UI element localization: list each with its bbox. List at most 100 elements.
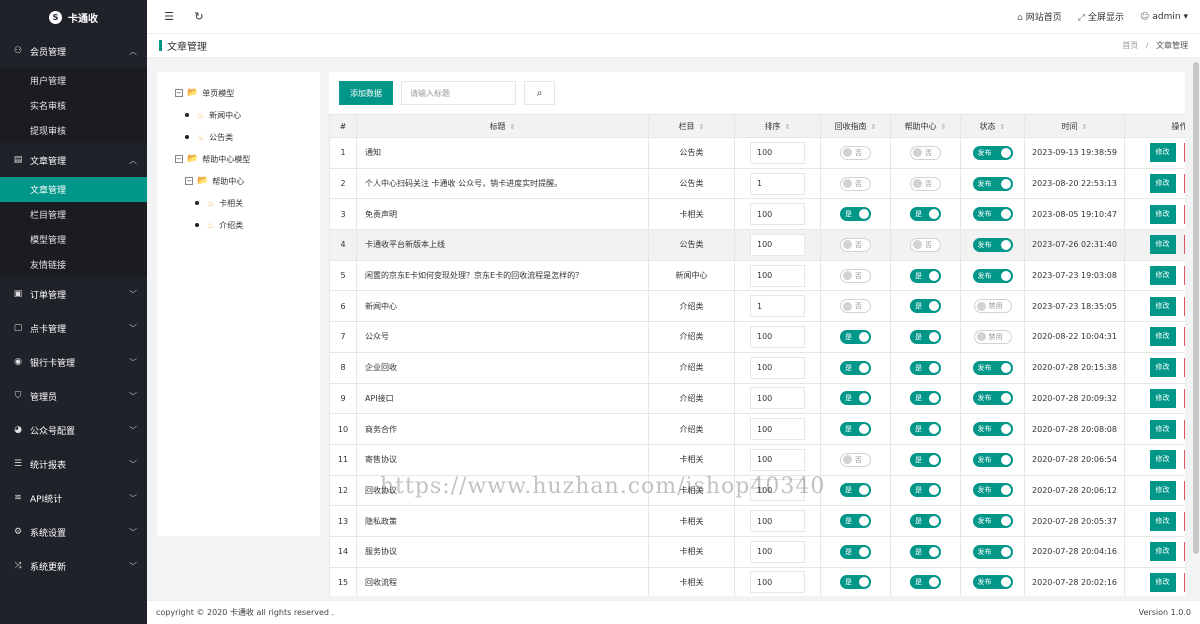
sidebar-item[interactable]: 提现审核 xyxy=(0,118,147,143)
help-center-switch[interactable]: 否 xyxy=(910,145,941,160)
help-center-switch[interactable]: 否 xyxy=(910,176,941,191)
sort-icon[interactable]: ⇕ xyxy=(785,123,791,131)
recycle-guide-switch[interactable]: 否 xyxy=(840,237,871,252)
help-center-switch[interactable]: 是 xyxy=(910,299,941,314)
sidebar-group-1[interactable]: ▤ 文章管理 ︿ xyxy=(0,143,147,177)
column-header[interactable]: 标题 ⇕ xyxy=(356,114,649,138)
sidebar-group-9[interactable]: ⚙ 系统设置 ﹀ xyxy=(0,515,147,549)
edit-button[interactable]: 修改 xyxy=(1149,327,1176,347)
sort-order-input[interactable]: 100 xyxy=(750,448,805,471)
recycle-guide-switch[interactable]: 是 xyxy=(840,360,871,375)
delete-button[interactable]: 删除 xyxy=(1183,480,1185,500)
sort-order-input[interactable]: 100 xyxy=(750,233,805,256)
tree-node[interactable]: − 📂 单页模型 xyxy=(175,82,320,104)
edit-button[interactable]: 修改 xyxy=(1149,143,1176,163)
sidebar-group-6[interactable]: ◕ 公众号配置 ﹀ xyxy=(0,413,147,447)
sort-icon[interactable]: ⇕ xyxy=(1000,123,1006,131)
tree-node[interactable]: ♨ 介绍类 xyxy=(175,214,320,236)
sort-order-input[interactable]: 100 xyxy=(750,479,805,502)
sort-order-input[interactable]: 1 xyxy=(750,172,805,195)
publish-status-switch[interactable]: 发布 xyxy=(972,391,1013,406)
help-center-switch[interactable]: 是 xyxy=(910,452,941,467)
sort-icon[interactable]: ⇕ xyxy=(699,123,705,131)
delete-button[interactable]: 删除 xyxy=(1183,204,1185,224)
sidebar-item[interactable]: 栏目管理 xyxy=(0,202,147,227)
edit-button[interactable]: 修改 xyxy=(1149,388,1176,408)
sort-order-input[interactable]: 100 xyxy=(750,510,805,533)
sort-order-input[interactable]: 100 xyxy=(750,356,805,379)
recycle-guide-switch[interactable]: 否 xyxy=(840,452,871,467)
publish-status-switch[interactable]: 禁用 xyxy=(973,329,1012,344)
edit-button[interactable]: 修改 xyxy=(1149,358,1176,378)
scrollbar-thumb[interactable] xyxy=(1193,62,1199,554)
publish-status-switch[interactable]: 发布 xyxy=(972,483,1013,498)
delete-button[interactable]: 删除 xyxy=(1183,450,1185,470)
sidebar-group-2[interactable]: ▣ 订单管理 ﹀ xyxy=(0,277,147,311)
sort-order-input[interactable]: 100 xyxy=(750,264,805,287)
fullscreen-button[interactable]: ⤢ 全屏显示 xyxy=(1078,10,1124,23)
recycle-guide-switch[interactable]: 是 xyxy=(840,207,871,222)
sort-icon[interactable]: ⇕ xyxy=(1082,123,1088,131)
column-header[interactable]: 栏目 ⇕ xyxy=(648,114,735,138)
delete-button[interactable]: 删除 xyxy=(1183,572,1185,592)
sidebar-item[interactable]: 模型管理 xyxy=(0,227,147,252)
recycle-guide-switch[interactable]: 是 xyxy=(840,514,871,529)
help-center-switch[interactable]: 是 xyxy=(910,329,941,344)
recycle-guide-switch[interactable]: 是 xyxy=(840,329,871,344)
sidebar-item[interactable]: 文章管理 xyxy=(0,177,147,202)
sidebar-group-8[interactable]: ≋ API统计 ﹀ xyxy=(0,481,147,515)
edit-button[interactable]: 修改 xyxy=(1149,174,1176,194)
menu-collapse-icon[interactable]: ☰ xyxy=(159,10,179,23)
delete-button[interactable]: 删除 xyxy=(1183,511,1185,531)
publish-status-switch[interactable]: 发布 xyxy=(972,514,1013,529)
sort-order-input[interactable]: 100 xyxy=(750,325,805,348)
recycle-guide-switch[interactable]: 是 xyxy=(840,544,871,559)
edit-button[interactable]: 修改 xyxy=(1149,480,1176,500)
collapse-toggle-icon[interactable]: − xyxy=(175,89,183,97)
delete-button[interactable]: 删除 xyxy=(1183,235,1185,255)
help-center-switch[interactable]: 否 xyxy=(910,237,941,252)
publish-status-switch[interactable]: 发布 xyxy=(972,237,1013,252)
help-center-switch[interactable]: 是 xyxy=(910,575,941,590)
column-header[interactable]: 帮助中心 ⇕ xyxy=(890,114,961,138)
edit-button[interactable]: 修改 xyxy=(1149,419,1176,439)
help-center-switch[interactable]: 是 xyxy=(910,360,941,375)
publish-status-switch[interactable]: 发布 xyxy=(972,575,1013,590)
column-header[interactable]: 状态 ⇕ xyxy=(960,114,1025,138)
sort-icon[interactable]: ⇕ xyxy=(510,123,516,131)
sidebar-group-4[interactable]: ◉ 银行卡管理 ﹀ xyxy=(0,345,147,379)
recycle-guide-switch[interactable]: 否 xyxy=(840,268,871,283)
app-logo[interactable]: S 卡通收 xyxy=(0,0,147,34)
recycle-guide-switch[interactable]: 是 xyxy=(840,483,871,498)
sort-order-input[interactable]: 100 xyxy=(750,203,805,226)
publish-status-switch[interactable]: 发布 xyxy=(972,176,1013,191)
help-center-switch[interactable]: 是 xyxy=(910,483,941,498)
add-data-button[interactable]: 添加数据 xyxy=(339,81,393,105)
recycle-guide-switch[interactable]: 否 xyxy=(840,299,871,314)
sidebar-group-0[interactable]: ⚇ 会员管理 ︿ xyxy=(0,34,147,68)
column-header[interactable]: 时间 ⇕ xyxy=(1024,114,1125,138)
help-center-switch[interactable]: 是 xyxy=(910,422,941,437)
title-search-input[interactable] xyxy=(401,81,516,105)
tree-node[interactable]: − 📂 帮助中心 xyxy=(175,170,320,192)
publish-status-switch[interactable]: 发布 xyxy=(972,452,1013,467)
help-center-switch[interactable]: 是 xyxy=(910,207,941,222)
delete-button[interactable]: 删除 xyxy=(1183,143,1185,163)
delete-button[interactable]: 删除 xyxy=(1183,327,1185,347)
tree-node[interactable]: ♨ 新闻中心 xyxy=(175,104,320,126)
publish-status-switch[interactable]: 发布 xyxy=(972,268,1013,283)
site-home-link[interactable]: ⌂ 网站首页 xyxy=(1017,10,1062,23)
edit-button[interactable]: 修改 xyxy=(1149,572,1176,592)
search-button[interactable]: ⌕ xyxy=(524,81,555,105)
help-center-switch[interactable]: 是 xyxy=(910,268,941,283)
sidebar-item[interactable]: 友情链接 xyxy=(0,252,147,277)
sidebar-group-7[interactable]: ☰ 统计报表 ﹀ xyxy=(0,447,147,481)
breadcrumb-home[interactable]: 首页 xyxy=(1122,41,1138,50)
sidebar-group-3[interactable]: ▢ 点卡管理 ﹀ xyxy=(0,311,147,345)
collapse-toggle-icon[interactable]: − xyxy=(185,177,193,185)
user-menu[interactable]: ☺ admin ▾ xyxy=(1140,12,1188,22)
delete-button[interactable]: 删除 xyxy=(1183,266,1185,286)
delete-button[interactable]: 删除 xyxy=(1183,542,1185,562)
delete-button[interactable]: 删除 xyxy=(1183,358,1185,378)
publish-status-switch[interactable]: 发布 xyxy=(972,207,1013,222)
